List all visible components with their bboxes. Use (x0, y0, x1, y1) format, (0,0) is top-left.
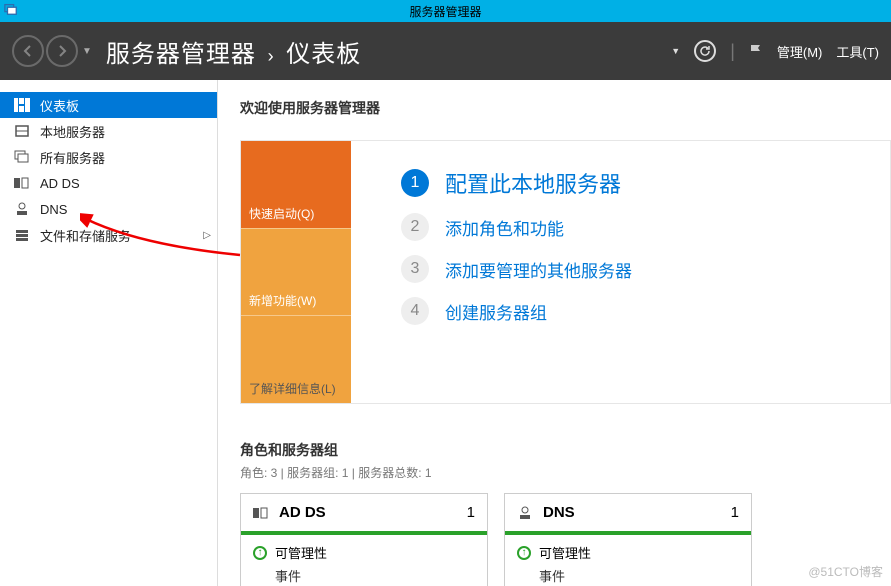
window-title: 服务器管理器 (409, 3, 481, 20)
step-configure-local[interactable]: 1 配置此本地服务器 (401, 167, 880, 199)
sidebar-item-file-storage[interactable]: 文件和存储服务 ▷ (0, 222, 217, 248)
back-button[interactable] (12, 35, 44, 67)
server-icon (14, 124, 30, 138)
refresh-button[interactable] (694, 40, 716, 62)
sidebar-item-dns[interactable]: DNS (0, 196, 217, 222)
step-number: 1 (401, 169, 429, 197)
steps-list: 1 配置此本地服务器 2 添加角色和功能 3 添加要管理的其他服务器 4 创建服… (351, 141, 890, 403)
status-up-icon: ↑ (253, 546, 267, 560)
role-row2: 事件 (241, 564, 487, 586)
step-number: 2 (401, 213, 429, 241)
welcome-panel: 快速启动(Q) 新增功能(W) 了解详细信息(L) 1 配置此本地服务器 2 添… (240, 140, 891, 404)
sidebar-item-label: 文件和存储服务 (40, 226, 131, 245)
step-add-roles[interactable]: 2 添加角色和功能 (401, 213, 880, 241)
title-bar: 服务器管理器 (0, 0, 891, 22)
roles-title: 角色和服务器组 (240, 440, 891, 460)
step-create-group[interactable]: 4 创建服务器组 (401, 297, 880, 325)
watermark: @51CTO博客 (808, 563, 883, 580)
role-count: 1 (731, 504, 739, 521)
breadcrumb-page: 仪表板 (286, 41, 361, 68)
menu-tools[interactable]: 工具(T) (836, 42, 879, 61)
step-add-servers[interactable]: 3 添加要管理的其他服务器 (401, 255, 880, 283)
app-icon (4, 2, 18, 16)
tile-whatsnew[interactable]: 新增功能(W) (241, 228, 351, 316)
sidebar-item-label: AD DS (40, 176, 80, 191)
tile-quickstart[interactable]: 快速启动(Q) (241, 141, 351, 228)
nav-dropdown-icon[interactable]: ▼ (82, 46, 92, 57)
step-label: 配置此本地服务器 (445, 167, 621, 199)
sidebar-item-ad-ds[interactable]: AD DS (0, 170, 217, 196)
role-name: DNS (543, 504, 575, 521)
breadcrumb-app: 服务器管理器 (106, 41, 256, 68)
quick-tiles: 快速启动(Q) 新增功能(W) 了解详细信息(L) (241, 141, 351, 403)
header-caret-icon[interactable]: ▼ (671, 46, 680, 56)
role-row2: 事件 (505, 564, 751, 586)
welcome-title: 欢迎使用服务器管理器 (240, 98, 891, 118)
flag-icon[interactable] (749, 43, 763, 59)
forward-button[interactable] (46, 35, 78, 67)
step-number: 3 (401, 255, 429, 283)
header-bar: ▼ 服务器管理器 › 仪表板 ▼ | 管理(M) 工具(T) (0, 22, 891, 80)
step-number: 4 (401, 297, 429, 325)
sidebar-item-label: 仪表板 (40, 96, 79, 115)
role-status: 可管理性 (539, 543, 591, 562)
tile-learnmore[interactable]: 了解详细信息(L) (241, 315, 351, 403)
roles-section: 角色和服务器组 角色: 3 | 服务器组: 1 | 服务器总数: 1 AD DS… (240, 440, 891, 586)
ad-icon (14, 176, 30, 190)
dashboard-icon (14, 98, 30, 112)
status-up-icon: ↑ (517, 546, 531, 560)
separator: | (730, 41, 735, 62)
sidebar-item-all-servers[interactable]: 所有服务器 (0, 144, 217, 170)
ad-icon (253, 506, 269, 520)
role-count: 1 (467, 504, 475, 521)
dns-icon (517, 506, 533, 520)
sidebar-item-label: 本地服务器 (40, 122, 105, 141)
storage-icon (14, 228, 30, 242)
breadcrumb-sep: › (268, 46, 275, 66)
content-area: 欢迎使用服务器管理器 快速启动(Q) 新增功能(W) 了解详细信息(L) 1 配… (218, 80, 891, 586)
role-tile-adds[interactable]: AD DS 1 ↑ 可管理性 事件 (240, 493, 488, 586)
role-name: AD DS (279, 504, 326, 521)
step-label: 添加要管理的其他服务器 (445, 257, 632, 282)
tile-label: 快速启动(Q) (249, 205, 314, 222)
sidebar-item-label: DNS (40, 202, 67, 217)
servers-icon (14, 150, 30, 164)
sidebar: 仪表板 本地服务器 所有服务器 AD DS DNS 文件和存储服务 ▷ (0, 80, 218, 586)
roles-subtitle: 角色: 3 | 服务器组: 1 | 服务器总数: 1 (240, 464, 891, 481)
chevron-right-icon: ▷ (203, 230, 211, 241)
dns-icon (14, 202, 30, 216)
menu-manage[interactable]: 管理(M) (777, 42, 823, 61)
role-tile-dns[interactable]: DNS 1 ↑ 可管理性 事件 (504, 493, 752, 586)
breadcrumb: 服务器管理器 › 仪表板 (106, 34, 361, 69)
step-label: 创建服务器组 (445, 299, 547, 324)
sidebar-item-label: 所有服务器 (40, 148, 105, 167)
sidebar-item-local-server[interactable]: 本地服务器 (0, 118, 217, 144)
role-status: 可管理性 (275, 543, 327, 562)
sidebar-item-dashboard[interactable]: 仪表板 (0, 92, 217, 118)
tile-label: 新增功能(W) (249, 292, 316, 309)
tile-label: 了解详细信息(L) (249, 380, 336, 397)
step-label: 添加角色和功能 (445, 215, 564, 240)
